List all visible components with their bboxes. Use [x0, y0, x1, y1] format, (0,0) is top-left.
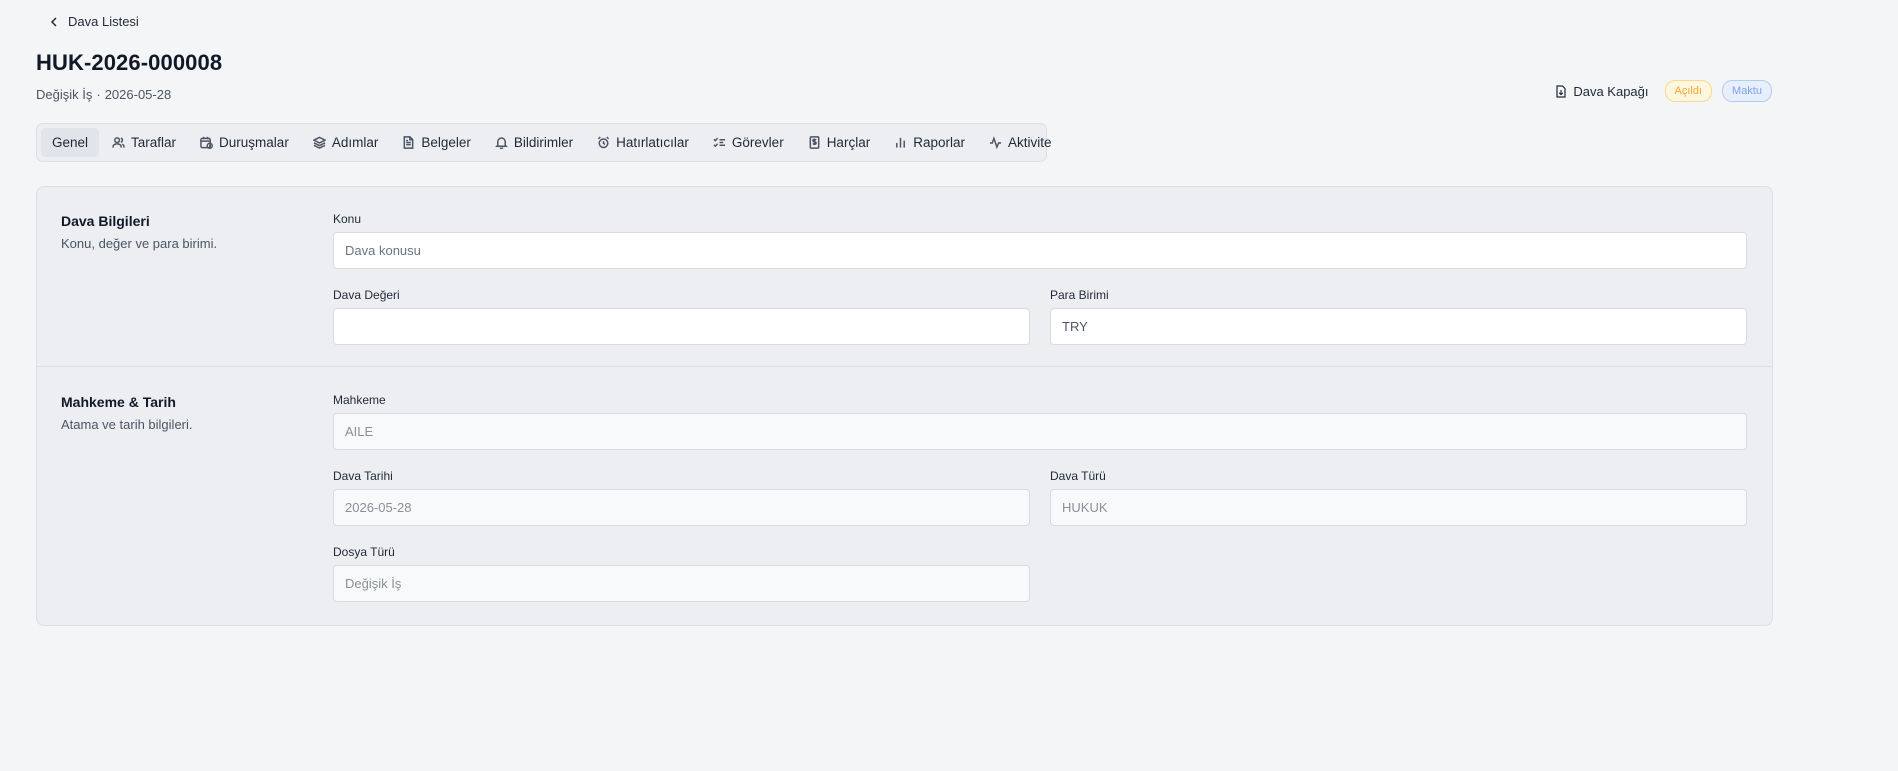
section-description: Atama ve tarih bilgileri. — [61, 417, 193, 432]
tab-aktivite[interactable]: Aktivite — [978, 128, 1063, 157]
tab-label: Genel — [52, 135, 89, 150]
case-form-card: Dava Bilgileri Konu, değer ve para birim… — [36, 186, 1773, 626]
tab-label: Aktivite — [1007, 135, 1052, 150]
tab-hatirlaticilar[interactable]: Hatırlatıcılar — [586, 128, 700, 157]
subject-label: Konu — [333, 212, 362, 226]
bar-chart-icon — [896, 137, 906, 148]
tab-label: Harçlar — [826, 135, 871, 150]
back-link[interactable]: Dava Listesi — [48, 14, 139, 29]
subject-input[interactable]: Dava konusu — [333, 232, 1747, 269]
court-label: Mahkeme — [333, 393, 386, 407]
tab-raporlar[interactable]: Raporlar — [883, 128, 976, 157]
tab-label: Hatırlatıcılar — [616, 135, 689, 150]
calendar-clock-icon — [200, 136, 214, 149]
back-link-label: Dava Listesi — [68, 14, 139, 29]
subtitle-date: 2026-05-28 — [104, 87, 172, 102]
case-date-label: Dava Tarihi — [333, 469, 393, 483]
tab-bar: Genel Taraflar Duruşmalar Adımlar Belgel… — [36, 123, 1052, 162]
tab-label: Belgeler — [421, 135, 471, 150]
court-input[interactable]: AILE — [333, 413, 1747, 450]
section-description: Konu, değer ve para birimi. — [61, 236, 218, 251]
section-title: Dava Bilgileri — [61, 213, 150, 229]
tab-genel[interactable]: Genel — [41, 128, 100, 157]
case-info-section: Dava Bilgileri Konu, değer ve para birim… — [37, 187, 1772, 367]
bell-icon — [494, 137, 508, 149]
tab-durusmalar[interactable]: Duruşmalar — [189, 128, 300, 157]
file-download-icon — [1556, 84, 1566, 98]
status-badge: Açıldı — [1664, 80, 1713, 102]
case-type-input[interactable]: HUKUK — [1050, 489, 1747, 526]
case-date-input[interactable]: 2026-05-28 — [333, 489, 1030, 526]
tab-bildirimler[interactable]: Bildirimler — [484, 128, 584, 157]
fee-type-badge: Maktu — [1722, 80, 1772, 102]
header-actions: Dava Kapağı Açıldı Maktu — [1555, 80, 1772, 102]
page-title: HUK-2026-000008 — [36, 50, 223, 75]
subtitle-file-type: Değişik İş — [36, 87, 93, 102]
tab-label: Görevler — [731, 135, 784, 150]
receipt-icon — [809, 136, 820, 149]
file-type-input[interactable]: Değişik İş — [333, 565, 1030, 602]
activity-icon — [989, 136, 1002, 149]
alarm-clock-icon — [598, 136, 610, 149]
chevron-left-icon — [50, 16, 57, 27]
list-checks-icon — [713, 137, 725, 148]
tab-label: Taraflar — [131, 135, 177, 150]
tab-harclar[interactable]: Harçlar — [797, 128, 882, 157]
page-subtitle: Değişik İş · 2026-05-28 — [36, 87, 171, 102]
subtitle-separator: · — [96, 87, 101, 102]
tab-label: Duruşmalar — [219, 135, 289, 150]
tab-label: Bildirimler — [513, 135, 574, 150]
section-title: Mahkeme & Tarih — [61, 394, 176, 410]
tab-taraflar[interactable]: Taraflar — [101, 128, 187, 157]
currency-label: Para Birimi — [1050, 288, 1109, 302]
case-type-label: Dava Türü — [1050, 469, 1106, 483]
case-value-input[interactable] — [333, 308, 1030, 345]
court-date-section: Mahkeme & Tarih Atama ve tarih bilgileri… — [37, 368, 1772, 625]
layers-icon — [312, 136, 326, 149]
tab-gorevler[interactable]: Görevler — [702, 128, 795, 157]
tab-adimlar[interactable]: Adımlar — [302, 128, 390, 157]
file-type-label: Dosya Türü — [333, 545, 395, 559]
case-cover-label: Dava Kapağı — [1573, 83, 1649, 99]
file-text-icon — [403, 136, 414, 149]
tab-belgeler[interactable]: Belgeler — [391, 128, 482, 157]
tab-label: Adımlar — [331, 135, 379, 150]
case-value-label: Dava Değeri — [333, 288, 400, 302]
case-cover-button[interactable]: Dava Kapağı — [1555, 83, 1649, 99]
tab-label: Raporlar — [913, 135, 965, 150]
users-icon — [112, 137, 125, 148]
currency-input[interactable]: TRY — [1050, 308, 1747, 345]
